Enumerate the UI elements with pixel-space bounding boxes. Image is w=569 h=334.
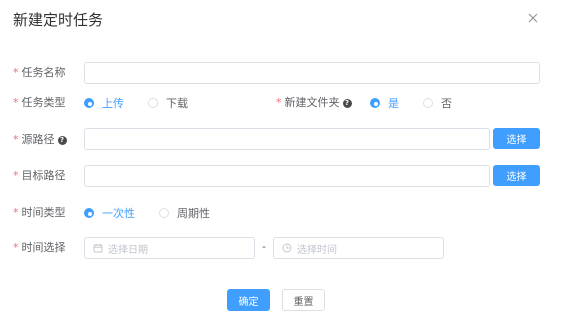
clock-icon xyxy=(282,243,292,253)
required-mark: * xyxy=(13,66,19,79)
time-type-label: * 时间类型 xyxy=(13,206,66,219)
required-mark: * xyxy=(13,241,19,254)
date-placeholder: 选择日期 xyxy=(108,244,148,256)
required-mark: * xyxy=(13,169,19,182)
target-path-label: * 目标路径 xyxy=(13,169,66,182)
source-path-label: * 源路径? xyxy=(13,133,67,147)
time-placeholder: 选择时间 xyxy=(297,244,337,256)
task-type-download-radio[interactable]: 下载 xyxy=(148,96,188,110)
required-mark: * xyxy=(13,206,19,219)
source-path-select-button[interactable]: 选择 xyxy=(493,128,540,149)
radio-dot xyxy=(148,98,158,108)
required-mark: * xyxy=(13,96,19,109)
question-circle-icon[interactable]: ? xyxy=(342,99,352,108)
question-circle-icon[interactable]: ? xyxy=(57,136,67,145)
radio-dot xyxy=(423,98,433,108)
target-path-select-button[interactable]: 选择 xyxy=(493,165,540,186)
new-folder-yes-radio[interactable]: 是 xyxy=(370,96,399,110)
source-path-input[interactable] xyxy=(84,128,490,150)
radio-dot xyxy=(159,208,169,218)
time-select-label: * 时间选择 xyxy=(13,241,66,254)
calendar-icon xyxy=(93,244,103,253)
required-mark: * xyxy=(13,133,19,146)
close-icon[interactable] xyxy=(527,12,539,24)
time-picker[interactable]: 选择时间 xyxy=(273,237,444,259)
time-type-once-radio[interactable]: 一次性 xyxy=(84,206,135,220)
task-name-label: * 任务名称 xyxy=(13,66,66,79)
required-mark: * xyxy=(276,96,282,109)
radio-dot xyxy=(84,98,94,108)
reset-button[interactable]: 重置 xyxy=(282,289,325,311)
range-separator: - xyxy=(262,240,266,253)
radio-dot xyxy=(84,208,94,218)
time-type-periodic-radio[interactable]: 周期性 xyxy=(159,206,210,220)
new-folder-no-radio[interactable]: 否 xyxy=(423,96,452,110)
target-path-input[interactable] xyxy=(84,165,490,187)
new-folder-label: * 新建文件夹? xyxy=(276,96,352,110)
task-name-input[interactable] xyxy=(84,62,540,84)
task-type-upload-radio[interactable]: 上传 xyxy=(84,96,124,110)
dialog-title: 新建定时任务 xyxy=(13,11,104,29)
task-type-label: * 任务类型 xyxy=(13,96,66,109)
radio-dot xyxy=(370,98,380,108)
confirm-button[interactable]: 确定 xyxy=(227,289,270,311)
date-picker[interactable]: 选择日期 xyxy=(84,237,255,259)
new-scheduled-task-dialog: 新建定时任务 * 任务名称 * 任务类型 上传 下载 * 新建文件夹? 是 否 * 源路… xyxy=(0,0,569,334)
